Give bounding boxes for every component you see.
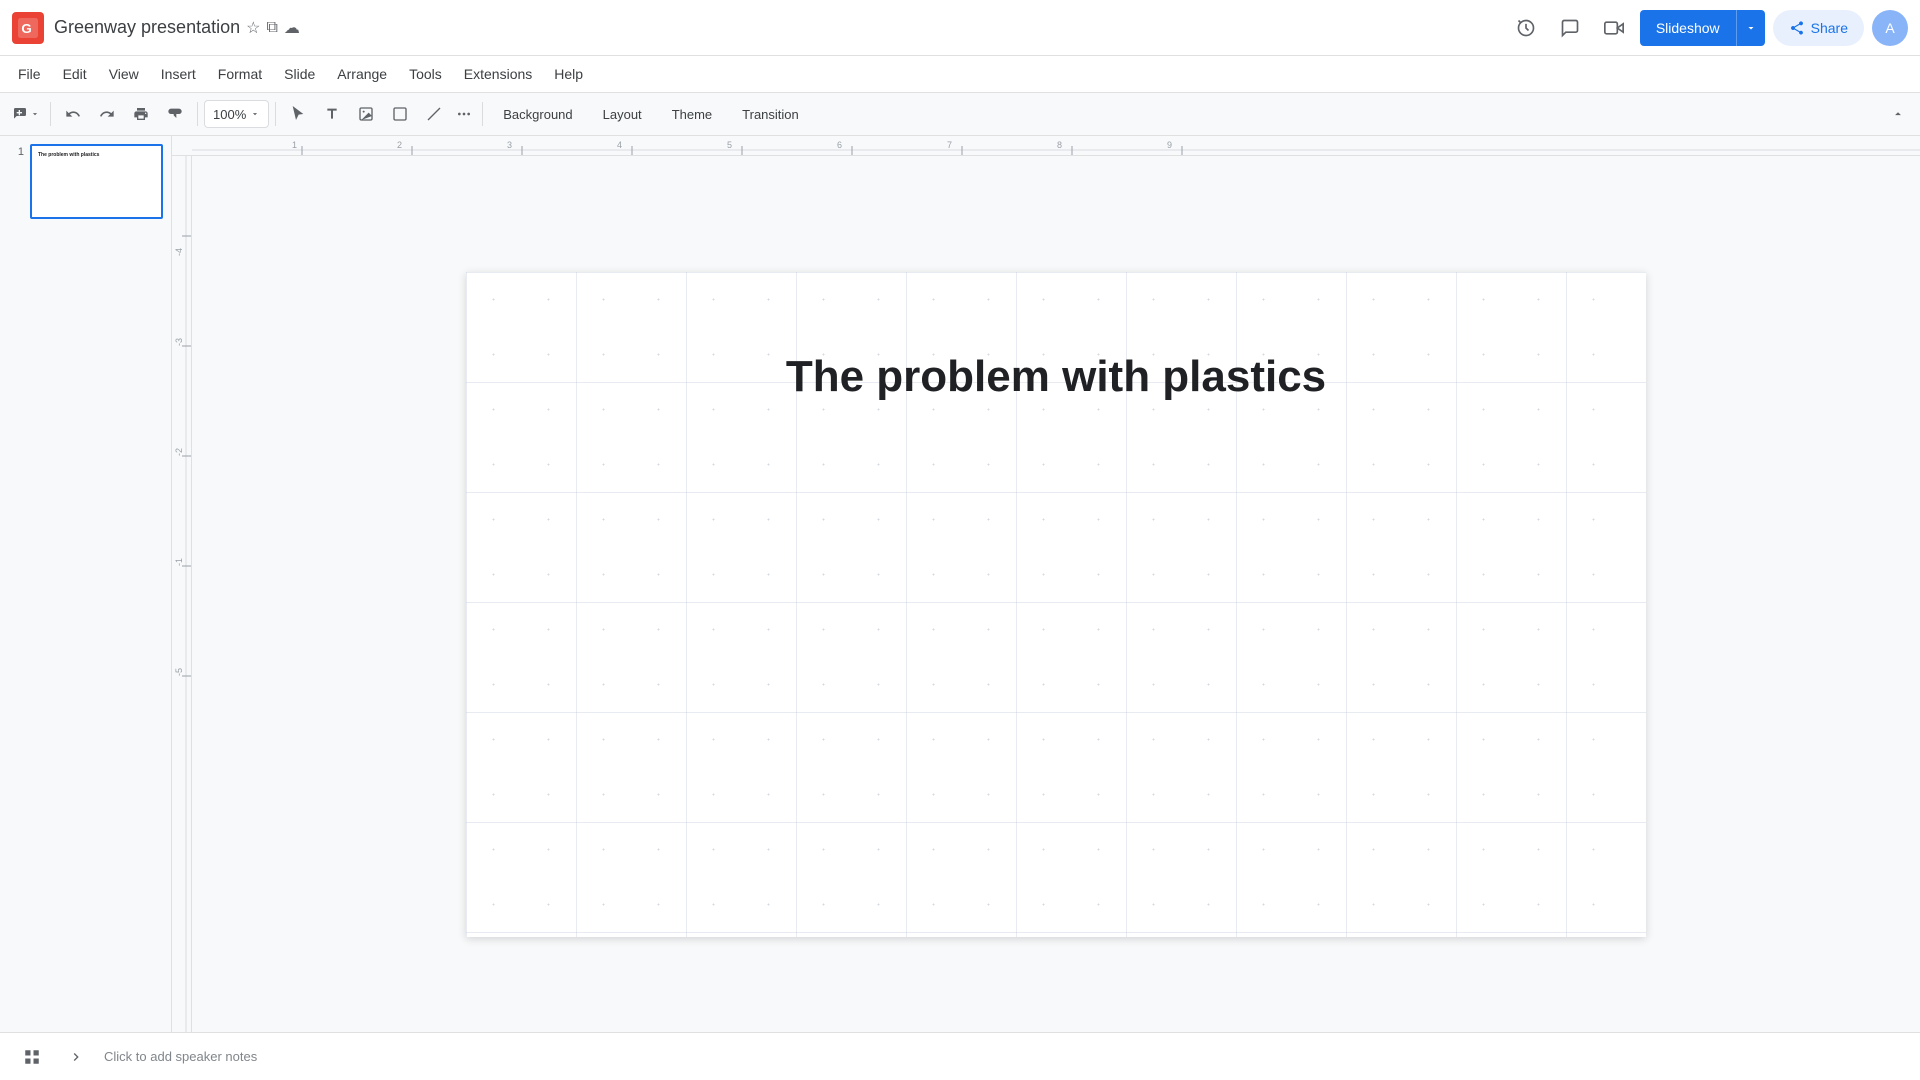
document-title[interactable]: Greenway presentation bbox=[54, 17, 240, 38]
svg-text:-3: -3 bbox=[174, 338, 184, 346]
grid-view-button[interactable] bbox=[16, 1041, 48, 1073]
more-tools-button[interactable] bbox=[452, 98, 476, 130]
menu-file[interactable]: File bbox=[8, 62, 51, 86]
top-ruler: 1 2 3 4 5 6 7 8 9 bbox=[172, 136, 1920, 156]
toolbar: 100% Background Layout Theme Transition bbox=[0, 92, 1920, 136]
slide-thumbnail-1[interactable]: 1 The problem with plastics bbox=[8, 144, 163, 219]
svg-text:7: 7 bbox=[947, 140, 952, 150]
menu-format[interactable]: Format bbox=[208, 62, 272, 86]
add-slide-button[interactable] bbox=[8, 98, 44, 130]
line-tool-button[interactable] bbox=[418, 98, 450, 130]
share-label: Share bbox=[1811, 20, 1848, 36]
star-icon[interactable]: ☆ bbox=[246, 18, 260, 38]
comment-icon[interactable] bbox=[1552, 10, 1588, 46]
background-button[interactable]: Background bbox=[489, 99, 586, 129]
image-tool-button[interactable] bbox=[350, 98, 382, 130]
avatar[interactable]: A bbox=[1872, 10, 1908, 46]
svg-text:8: 8 bbox=[1057, 140, 1062, 150]
redo-button[interactable] bbox=[91, 98, 123, 130]
svg-text:6: 6 bbox=[837, 140, 842, 150]
app-logo: G bbox=[12, 12, 44, 44]
svg-text:-1: -1 bbox=[174, 558, 184, 566]
slide-workspace: -4 -3 -2 -1 -5 The problem with p bbox=[172, 156, 1920, 1032]
theme-button[interactable]: Theme bbox=[658, 99, 726, 129]
svg-text:1: 1 bbox=[292, 140, 297, 150]
menu-help[interactable]: Help bbox=[544, 62, 593, 86]
svg-text:9: 9 bbox=[1167, 140, 1172, 150]
expand-panel-button[interactable] bbox=[60, 1041, 92, 1073]
separator-3 bbox=[275, 102, 276, 126]
menu-extensions[interactable]: Extensions bbox=[454, 62, 542, 86]
slides-panel: 1 The problem with plastics bbox=[0, 136, 172, 1032]
collapse-toolbar-button[interactable] bbox=[1884, 100, 1912, 128]
undo-button[interactable] bbox=[57, 98, 89, 130]
menu-tools[interactable]: Tools bbox=[399, 62, 452, 86]
slide-canvas-area[interactable]: The problem with plastics bbox=[192, 176, 1920, 1032]
svg-text:5: 5 bbox=[727, 140, 732, 150]
bottom-notes-bar: Click to add speaker notes bbox=[0, 1032, 1920, 1080]
layout-button[interactable]: Layout bbox=[589, 99, 656, 129]
menu-slide[interactable]: Slide bbox=[274, 62, 325, 86]
slideshow-button[interactable]: Slideshow bbox=[1640, 10, 1736, 46]
ruler-area: 1 2 3 4 5 6 7 8 9 bbox=[172, 136, 1920, 1032]
slide-preview[interactable]: The problem with plastics bbox=[30, 144, 163, 219]
menu-insert[interactable]: Insert bbox=[151, 62, 206, 86]
top-right-actions: Slideshow Share A bbox=[1508, 10, 1908, 46]
separator bbox=[50, 102, 51, 126]
content-area: 1 The problem with plastics 1 2 3 4 bbox=[0, 136, 1920, 1032]
slide-title[interactable]: The problem with plastics bbox=[466, 352, 1646, 402]
svg-text:2: 2 bbox=[397, 140, 402, 150]
folder-icon[interactable]: ⧉ bbox=[266, 19, 277, 37]
svg-text:3: 3 bbox=[507, 140, 512, 150]
zoom-control[interactable]: 100% bbox=[204, 100, 269, 128]
history-icon[interactable] bbox=[1508, 10, 1544, 46]
document-title-area: Greenway presentation ☆ ⧉ ☁ bbox=[54, 17, 300, 38]
title-bar: G Greenway presentation ☆ ⧉ ☁ bbox=[0, 0, 1920, 56]
share-button[interactable]: Share bbox=[1773, 10, 1864, 46]
title-row: Greenway presentation ☆ ⧉ ☁ bbox=[54, 17, 300, 38]
slide-preview-title: The problem with plastics bbox=[38, 152, 99, 158]
menu-arrange[interactable]: Arrange bbox=[327, 62, 397, 86]
svg-text:-4: -4 bbox=[174, 248, 184, 256]
menu-edit[interactable]: Edit bbox=[53, 62, 97, 86]
paint-format-button[interactable] bbox=[159, 98, 191, 130]
slide-number: 1 bbox=[8, 144, 24, 158]
separator-4 bbox=[482, 102, 483, 126]
menu-bar: File Edit View Insert Format Slide Arran… bbox=[0, 56, 1920, 92]
speaker-notes-placeholder[interactable]: Click to add speaker notes bbox=[104, 1049, 257, 1064]
video-icon[interactable] bbox=[1596, 10, 1632, 46]
text-tool-button[interactable] bbox=[316, 98, 348, 130]
shape-tool-button[interactable] bbox=[384, 98, 416, 130]
menu-view[interactable]: View bbox=[99, 62, 149, 86]
svg-text:4: 4 bbox=[617, 140, 622, 150]
print-button[interactable] bbox=[125, 98, 157, 130]
separator-2 bbox=[197, 102, 198, 126]
svg-text:-5: -5 bbox=[174, 668, 184, 676]
slideshow-dropdown-button[interactable] bbox=[1736, 10, 1765, 46]
left-ruler: -4 -3 -2 -1 -5 bbox=[172, 156, 192, 1032]
slide-canvas[interactable]: The problem with plastics bbox=[466, 272, 1646, 937]
select-tool-button[interactable] bbox=[282, 98, 314, 130]
svg-text:-2: -2 bbox=[174, 448, 184, 456]
cloud-icon[interactable]: ☁ bbox=[284, 18, 300, 38]
transition-button[interactable]: Transition bbox=[728, 99, 813, 129]
zoom-value: 100% bbox=[213, 107, 246, 122]
svg-text:G: G bbox=[21, 21, 31, 36]
